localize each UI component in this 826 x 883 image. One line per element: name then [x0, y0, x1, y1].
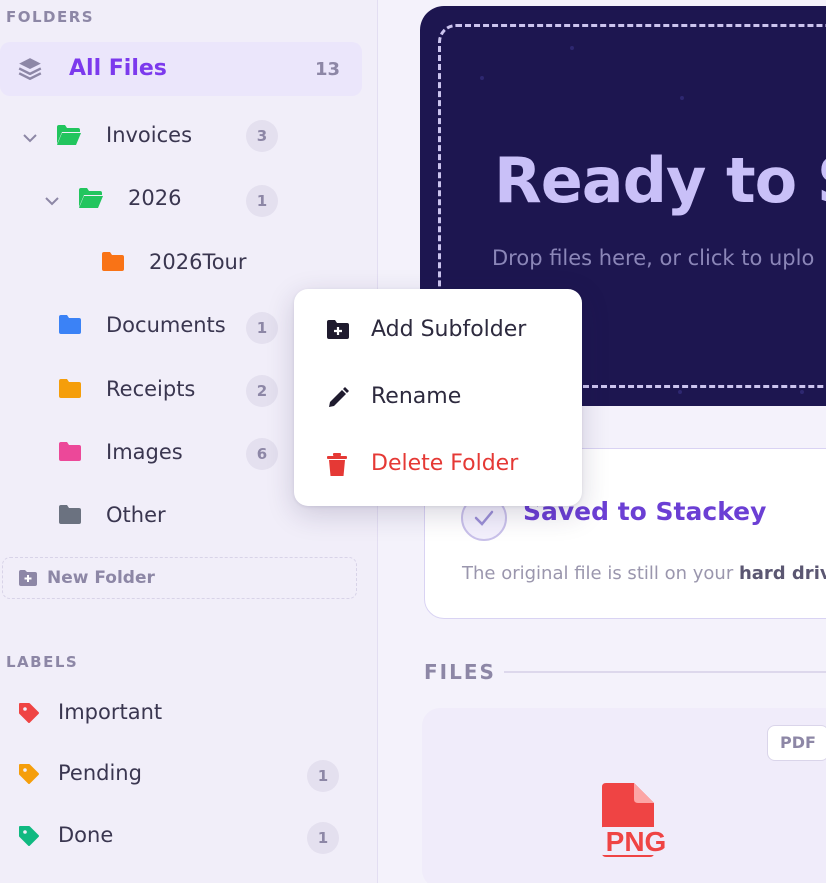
- files-section-title: FILES: [424, 660, 496, 684]
- new-folder-label: New Folder: [47, 568, 155, 588]
- label-item-pending[interactable]: Pending 1: [0, 756, 350, 796]
- tag-icon: [18, 702, 40, 728]
- all-files-label: All Files: [69, 56, 167, 81]
- folder-plus-icon: [18, 569, 38, 591]
- folder-open-icon: [56, 124, 81, 146]
- folder-name: Other: [106, 503, 166, 527]
- folders-section-title: FOLDERS: [6, 8, 95, 26]
- folder-item-images[interactable]: Images 6: [0, 435, 300, 475]
- folder-item-invoices[interactable]: Invoices 3: [0, 118, 300, 158]
- tag-icon: [18, 763, 40, 789]
- menu-item-label: Add Subfolder: [371, 317, 527, 342]
- label-count-badge: 1: [307, 822, 339, 854]
- tag-icon: [18, 825, 40, 851]
- sidebar-item-all-files[interactable]: All Files 13: [0, 42, 362, 96]
- folder-name: Invoices: [106, 123, 193, 147]
- all-files-count: 13: [314, 59, 340, 80]
- decor-dot: [800, 390, 804, 394]
- folder-name: 2026: [128, 186, 182, 210]
- folder-count-badge: 3: [246, 120, 278, 152]
- folder-item-receipts[interactable]: Receipts 2: [0, 372, 300, 412]
- hero-title: Ready to Sta: [494, 144, 826, 217]
- menu-item-rename[interactable]: Rename: [294, 370, 582, 426]
- label-item-done[interactable]: Done 1: [0, 818, 350, 858]
- folder-icon: [58, 441, 82, 463]
- hero-subtitle: Drop files here, or click to uplo: [492, 246, 815, 270]
- folder-count-badge: 6: [246, 438, 278, 470]
- folder-item-documents[interactable]: Documents 1: [0, 308, 300, 348]
- folder-name: 2026Tour: [149, 250, 247, 274]
- label-name: Pending: [58, 761, 142, 785]
- label-item-important[interactable]: Important: [0, 695, 350, 735]
- folder-context-menu: Add Subfolder Rename Delete Folder: [294, 289, 582, 506]
- folder-count-badge: 1: [246, 312, 278, 344]
- menu-item-add-subfolder[interactable]: Add Subfolder: [294, 303, 582, 359]
- label-count-badge: 1: [307, 760, 339, 792]
- folder-item-other[interactable]: Other: [0, 498, 300, 538]
- chevron-down-icon[interactable]: [42, 191, 62, 211]
- folder-icon: [58, 504, 82, 526]
- trash-icon: [326, 453, 348, 481]
- folder-icon: [58, 378, 82, 400]
- chevron-down-icon[interactable]: [20, 128, 40, 148]
- files-divider: [504, 671, 826, 673]
- menu-item-label: Rename: [371, 384, 462, 409]
- saved-desc-text: The original file is still on your: [462, 563, 739, 584]
- folder-plus-icon: [326, 319, 350, 345]
- menu-item-delete-folder[interactable]: Delete Folder: [294, 437, 582, 493]
- folder-count-badge: 2: [246, 375, 278, 407]
- folder-count-badge: 1: [246, 185, 278, 217]
- folder-name: Receipts: [106, 377, 196, 401]
- png-file-icon: PNG: [596, 783, 672, 863]
- folder-item-2026[interactable]: 2026 1: [0, 181, 300, 221]
- folder-name: Images: [106, 440, 183, 464]
- menu-item-label: Delete Folder: [371, 451, 519, 476]
- folder-name: Documents: [106, 313, 226, 337]
- new-folder-button[interactable]: New Folder: [2, 557, 357, 599]
- decor-dot: [678, 390, 682, 394]
- folder-icon: [101, 251, 125, 273]
- folder-icon: [58, 314, 82, 336]
- label-name: Important: [58, 700, 163, 724]
- folder-item-2026tour[interactable]: 2026Tour: [0, 245, 300, 285]
- file-type-chip: PDF: [767, 725, 826, 761]
- pencil-icon: [326, 386, 350, 414]
- stack-icon: [17, 56, 43, 86]
- saved-card-description: The original file is still on your hard …: [462, 563, 826, 584]
- label-name: Done: [58, 823, 114, 847]
- saved-desc-bold: hard driv: [738, 563, 826, 584]
- labels-section-title: LABELS: [6, 653, 79, 671]
- folder-open-icon: [78, 187, 103, 209]
- png-icon-text: PNG: [606, 826, 667, 857]
